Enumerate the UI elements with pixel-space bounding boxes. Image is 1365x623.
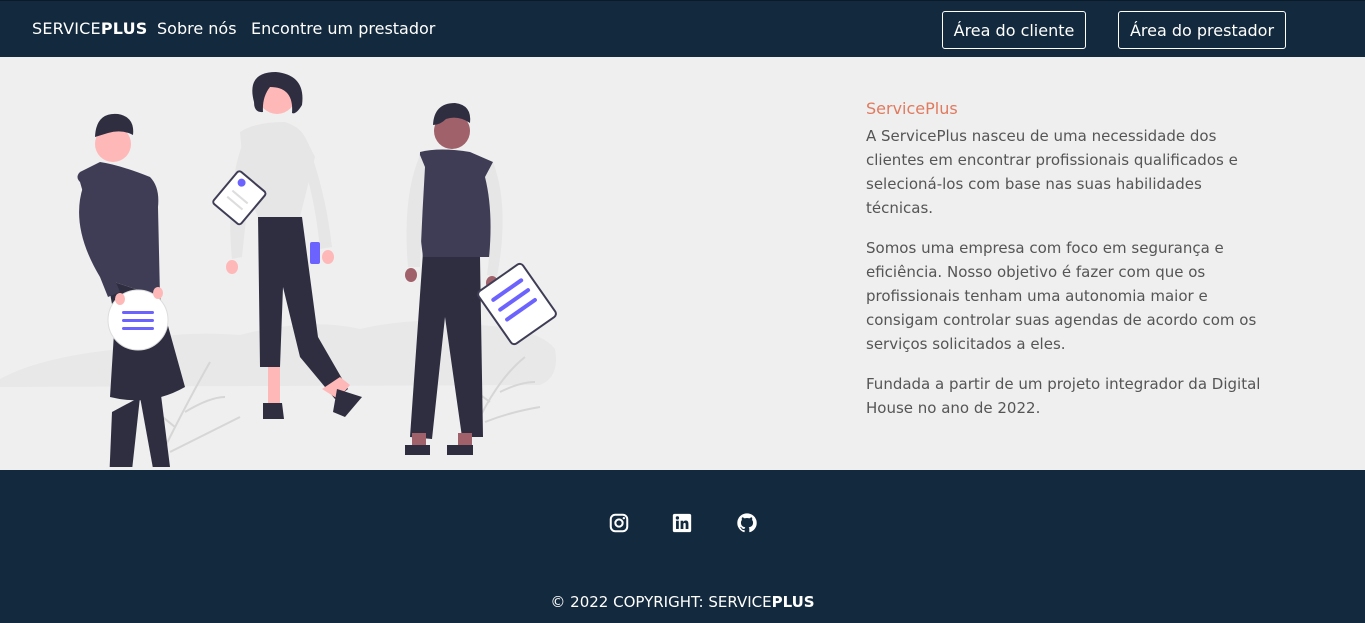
social-links (0, 512, 1365, 534)
person-left (77, 113, 185, 467)
copyright-prefix: © 2022 COPYRIGHT: SERVICE (550, 593, 772, 611)
person-right (405, 103, 557, 455)
brand-suffix: PLUS (100, 19, 148, 38)
github-icon[interactable] (736, 512, 758, 534)
instagram-icon[interactable] (608, 512, 630, 534)
about-paragraph: A ServicePlus nasceu de uma necessidade … (866, 127, 1238, 217)
about-paragraph: Fundada a partir de um projeto integrado… (866, 375, 1261, 417)
about-title: ServicePlus (866, 99, 958, 118)
navbar: SERVICEPLUS Sobre nós Encontre um presta… (0, 0, 1365, 57)
about-text: ServicePlus A ServicePlus nasceu de uma … (866, 99, 1266, 436)
provider-area-button[interactable]: Área do prestador (1118, 11, 1286, 49)
nav-link-sobre-nos[interactable]: Sobre nós (157, 19, 237, 38)
team-illustration (0, 72, 557, 467)
copyright: © 2022 COPYRIGHT: SERVICEPLUS (0, 593, 1365, 611)
about-section: ServicePlus A ServicePlus nasceu de uma … (0, 57, 1365, 470)
footer: © 2022 COPYRIGHT: SERVICEPLUS (0, 470, 1365, 623)
nav-link-encontre-prestador[interactable]: Encontre um prestador (251, 19, 435, 38)
linkedin-icon[interactable] (671, 512, 693, 534)
about-paragraph: Somos uma empresa com foco em segurança … (866, 239, 1257, 353)
client-area-button[interactable]: Área do cliente (942, 11, 1086, 49)
brand-logo[interactable]: SERVICEPLUS (32, 19, 148, 38)
brand-prefix: SERVICE (32, 19, 101, 38)
copyright-suffix: PLUS (771, 593, 815, 611)
